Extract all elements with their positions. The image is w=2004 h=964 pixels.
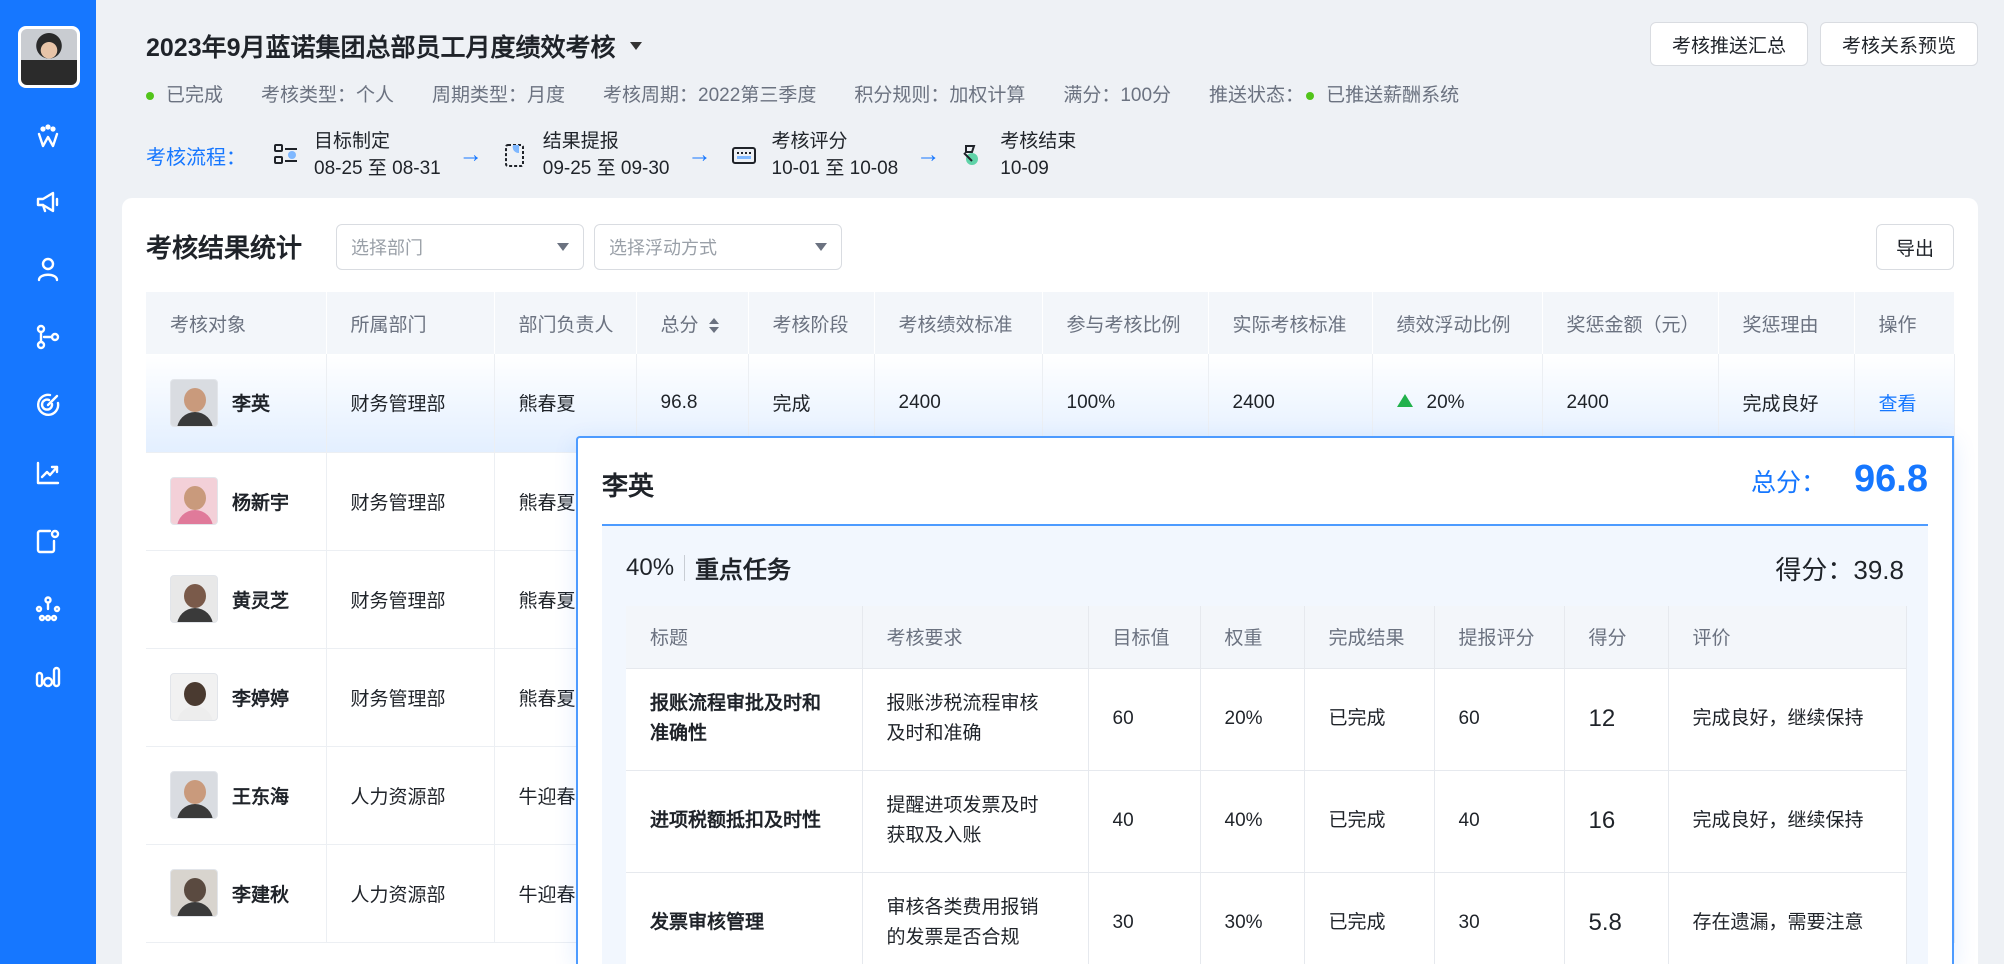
meta-rule: 积分规则：加权计算 [854,85,1026,106]
view-link[interactable]: 查看 [1879,394,1917,415]
table-row: 发票审核管理 审核各类费用报销 的发票是否合规 30 30% 已完成 30 5.8… [626,871,1907,964]
card-title: 考核结果统计 [146,233,303,263]
flow-step-end: 考核结束 10-09 [958,128,1076,182]
arrow-right-icon: → [687,141,712,168]
avatar [170,378,218,427]
assessment-meta: 已完成 考核类型：个人 周期类型：月度 考核周期：2022第三季度 积分规则：加… [146,80,1459,107]
avatar [170,673,218,721]
user-icon[interactable] [33,254,63,284]
chevron-down-icon[interactable] [629,42,642,50]
col-reason: 奖惩理由 [1718,292,1855,354]
page-title: 2023年9月蓝诺集团总部员工月度绩效考核 [146,34,616,62]
col-std: 考核绩效标准 [874,292,1043,354]
dropdown-arrow-icon [815,243,827,251]
sort-icon[interactable] [708,317,719,333]
float-mode-select[interactable]: 选择浮动方式 [594,224,842,270]
table-row: 报账流程审批及时和 准确性 报账涉税流程审核 及时和准确 60 20% 已完成 60… [626,667,1907,770]
flow-step-report: 结果提报 09-25 至 09-30 [501,128,670,182]
task-table: 标题 考核要求 目标值 权重 完成结果 提报评分 得分 评价 报账流程审批及时和… [626,606,1907,964]
target-icon[interactable] [33,390,63,420]
meta-type: 考核类型：个人 [261,85,395,106]
assessment-flow: 考核流程： 目标制定 08-25 至 08-31 → 结果提报 09-25 至 09… [146,128,1076,182]
section-score: 得分：39.8 [1775,555,1904,585]
meta-period: 考核周期：2022第三季度 [603,85,817,106]
col-amount: 奖惩金额（元） [1542,292,1719,354]
avatar [170,575,218,623]
network-icon[interactable] [33,594,63,624]
flow-step-goal: 目标制定 08-25 至 08-31 [272,128,441,182]
col-op: 操作 [1854,292,1955,354]
scoreboard-icon [731,147,756,164]
org-chart-icon[interactable] [33,322,63,352]
sidebar [0,0,96,964]
export-button[interactable]: 导出 [1876,224,1954,270]
megaphone-icon[interactable] [33,187,63,217]
department-select[interactable]: 选择部门 [336,224,584,270]
report-doc-icon [504,144,524,167]
flow-step-scoring: 考核评分 10-01 至 10-08 [730,128,898,182]
push-summary-button[interactable]: 考核推送汇总 [1650,22,1808,66]
finish-icon [963,145,979,165]
meta-period-type: 周期类型：月度 [432,85,566,106]
table-header: 标题 考核要求 目标值 权重 完成结果 提报评分 得分 评价 [626,606,1907,668]
dropdown-arrow-icon [557,243,569,251]
status-badge: 已完成 [146,80,223,107]
arrow-right-icon: → [916,141,941,168]
header: 2023年9月蓝诺集团总部员工月度绩效考核 已完成 考核类型：个人 周期类型：月… [96,0,2004,196]
triangle-up-icon [1396,394,1413,408]
relation-preview-button[interactable]: 考核关系预览 [1820,22,1978,66]
col-stage: 考核阶段 [748,292,875,354]
col-dept: 所属部门 [326,292,495,354]
table-header: 考核对象 所属部门 部门负责人 总分 考核阶段 考核绩效标准 参与考核比例 实际… [146,292,1955,354]
col-head: 部门负责人 [494,292,637,354]
section-header: 40% 重点任务 [626,553,792,585]
meta-push-status: 推送状态： 已推送薪酬系统 [1209,85,1460,106]
avatar [170,771,218,819]
assessment-title[interactable]: 2023年9月蓝诺集团总部员工月度绩效考核 [146,28,642,64]
popup-person-name: 李英 [602,471,655,501]
col-target: 考核对象 [146,292,327,354]
flow-label: 考核流程： [146,146,246,169]
user-avatar[interactable] [18,26,80,88]
avatar [170,477,218,525]
table-row: 进项税额抵扣及时性 提醒进项发票及时 获取及入账 40 40% 已完成 40 16… [626,769,1907,872]
w-logo-icon[interactable] [33,122,63,152]
popup-total-score: 总分： 96.8 [1751,458,1928,500]
bar-stats-icon[interactable] [33,662,63,692]
edit-doc-icon[interactable] [33,526,63,556]
score-detail-popup: 李英 总分： 96.8 40% 重点任务 得分：39.8 标题 考核要求 目标值 权… [576,436,1954,964]
col-float: 绩效浮动比例 [1372,292,1543,354]
arrow-right-icon: → [458,141,483,168]
checklist-icon [274,144,297,164]
meta-full-score: 满分：100分 [1063,85,1172,106]
trend-chart-icon[interactable] [33,458,63,488]
col-ratio: 参与考核比例 [1042,292,1209,354]
avatar [170,869,218,917]
col-score[interactable]: 总分 [636,292,749,354]
section-key-tasks: 40% 重点任务 得分：39.8 标题 考核要求 目标值 权重 完成结果 提报评分… [602,526,1928,964]
col-actual: 实际考核标准 [1208,292,1373,354]
